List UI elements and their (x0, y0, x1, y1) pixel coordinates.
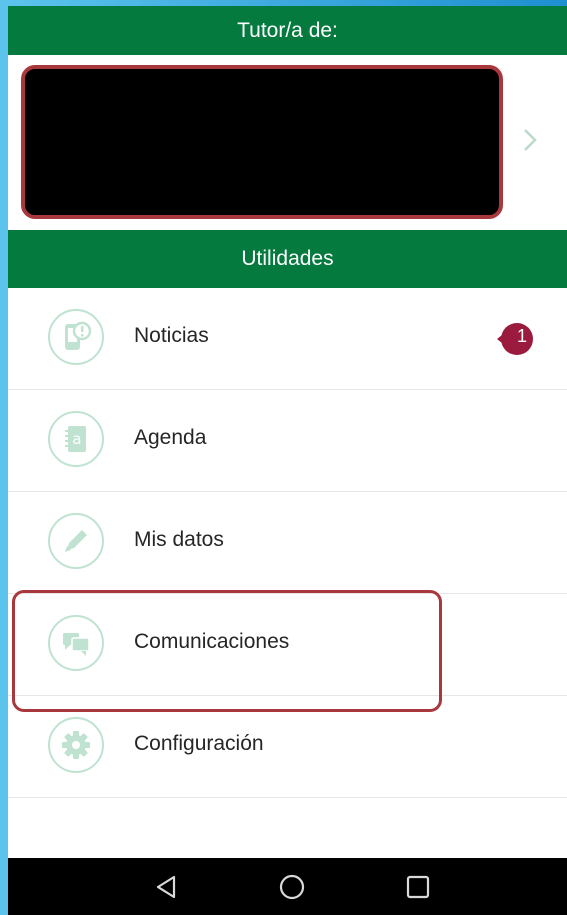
utilities-header-title: Utilidades (241, 247, 334, 270)
gear-icon (48, 717, 104, 773)
utilities-header: Utilidades (8, 230, 567, 288)
android-nav-bar (8, 858, 567, 915)
pencil-icon (48, 513, 104, 569)
chat-bubbles-icon (48, 615, 104, 671)
notification-count: 1 (516, 326, 527, 346)
redacted-student-info (21, 65, 503, 219)
back-triangle-icon[interactable] (153, 873, 181, 901)
home-circle-icon[interactable] (278, 873, 306, 901)
list-item-configuracion[interactable]: Configuración (8, 696, 567, 798)
chevron-right-icon (524, 129, 537, 151)
utilities-list: Noticias 1 a Agenda Mis datos Comunicaci… (8, 288, 567, 798)
tutor-header-title: Tutor/a de: (237, 18, 338, 42)
list-item-agenda[interactable]: a Agenda (8, 390, 567, 492)
recents-square-icon[interactable] (404, 873, 432, 901)
list-item-mis-datos[interactable]: Mis datos (8, 492, 567, 594)
agenda-book-icon: a (48, 411, 104, 467)
list-item-noticias[interactable]: Noticias 1 (8, 288, 567, 390)
svg-text:a: a (72, 430, 81, 448)
configuracion-label: Configuración (134, 732, 264, 755)
tutor-student-card[interactable] (8, 55, 567, 230)
mis-datos-label: Mis datos (134, 528, 224, 551)
comunicaciones-label: Comunicaciones (134, 630, 290, 653)
noticias-label: Noticias (134, 324, 209, 347)
news-phone-icon (48, 309, 104, 365)
app-screen: Tutor/a de: Utilidades Noticias 1 a Agen… (8, 6, 567, 915)
agenda-label: Agenda (134, 426, 207, 449)
tutor-header: Tutor/a de: (8, 6, 567, 55)
list-item-comunicaciones[interactable]: Comunicaciones (8, 594, 567, 696)
